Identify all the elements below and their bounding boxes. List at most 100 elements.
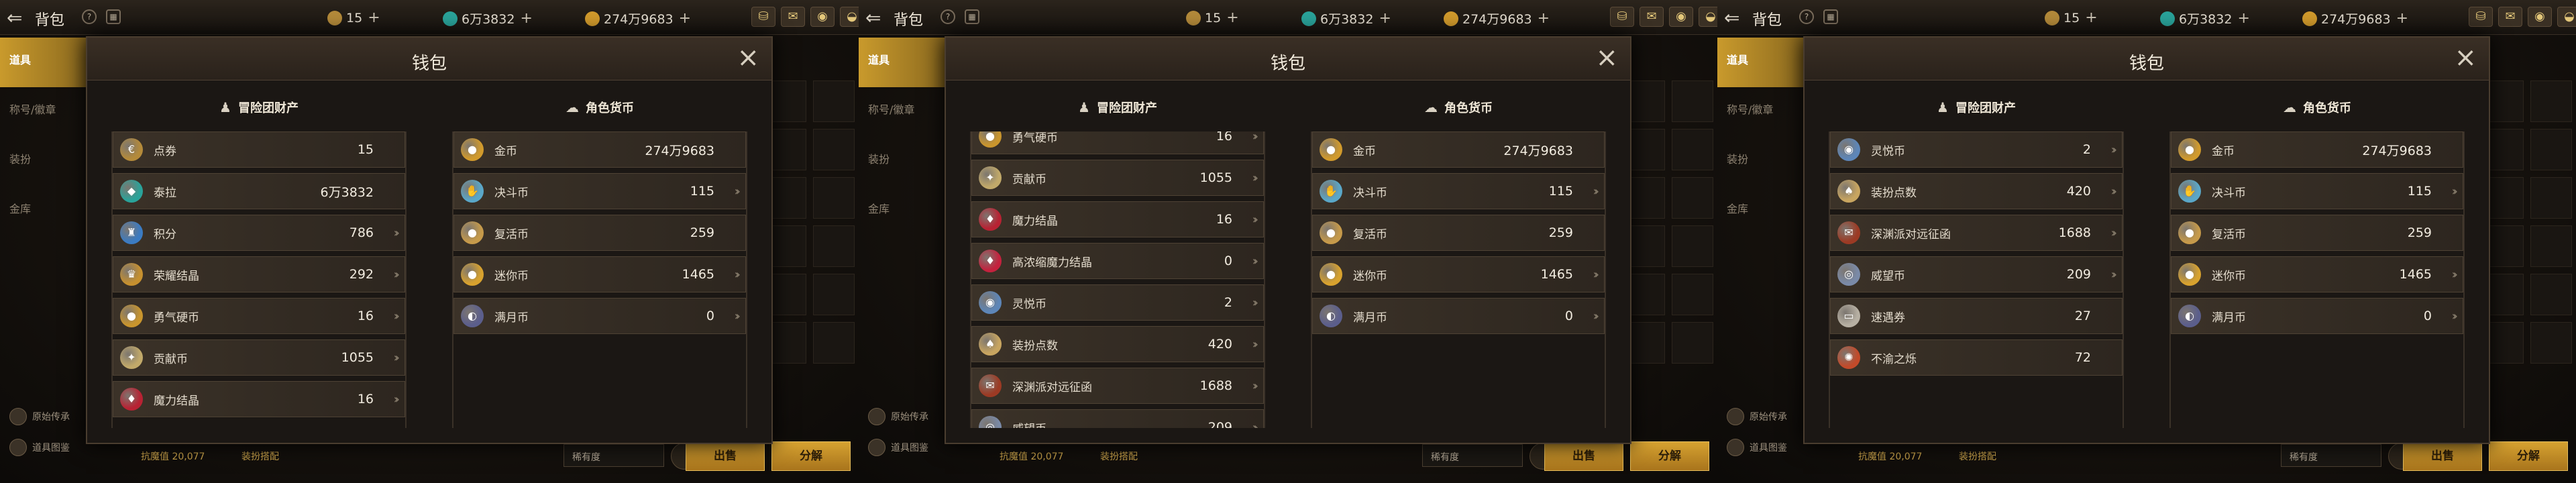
chevron-right-icon[interactable]: ›› <box>1252 254 1259 268</box>
sidebar-item[interactable]: 装扮 <box>1717 137 1803 186</box>
currency-list[interactable]: ● 金币 274万9683 ✋ 决斗币 115 ›› ● 复活币 259 ● 迷你币 1465 ›› ◐ 满月… <box>452 131 747 428</box>
rarity-select[interactable]: 稀有度 <box>564 444 664 467</box>
origin-inheritance-link[interactable]: 原始传承 <box>868 408 928 425</box>
chevron-right-icon[interactable]: ›› <box>1252 379 1259 393</box>
currency-list[interactable]: ◉ 灵悦币 2 ›› ♠ 装扮点数 420 ›› ✉ 深渊派对远征函 1688 ›› ◎ 威望币 209 ››… <box>1829 131 2124 428</box>
chevron-right-icon[interactable]: ›› <box>1593 184 1600 199</box>
sidebar-item[interactable]: 称号/徽章 <box>859 87 945 137</box>
chevron-right-icon[interactable]: ›› <box>394 268 400 282</box>
coin-shop-icon[interactable]: ◉ <box>1669 7 1693 27</box>
currency-row[interactable]: ● 复活币 259 <box>2171 215 2463 251</box>
chevron-right-icon[interactable]: ›› <box>2452 309 2459 323</box>
costume-combo-link[interactable]: 装扮搭配 <box>1100 449 1138 463</box>
close-icon[interactable]: × <box>737 44 759 71</box>
inventory-slot[interactable] <box>1672 322 1713 364</box>
inventory-slot[interactable] <box>1672 129 1713 170</box>
add-currency-button[interactable]: + <box>1226 9 1238 26</box>
inventory-slot[interactable] <box>2530 129 2572 170</box>
currency-row[interactable]: ♦ 高浓缩魔力结晶 0 ›› <box>971 243 1264 279</box>
coin-shop-icon[interactable]: ◉ <box>810 7 835 27</box>
chevron-right-icon[interactable]: ›› <box>2111 184 2118 199</box>
disassemble-button[interactable]: 分解 <box>771 441 851 471</box>
chevron-right-icon[interactable]: ›› <box>2452 184 2459 199</box>
chevron-right-icon[interactable]: ›› <box>735 309 741 323</box>
chest-icon[interactable]: ⛁ <box>1610 7 1634 27</box>
currency-row[interactable]: ◆ 泰拉 6万3832 <box>113 173 405 209</box>
chevron-right-icon[interactable]: ›› <box>735 268 741 282</box>
back-icon[interactable]: ⇐ <box>1724 7 1739 29</box>
inventory-slot[interactable] <box>1672 274 1713 315</box>
sell-button[interactable]: 出售 <box>1544 441 1623 471</box>
sidebar-item[interactable]: 金库 <box>1717 186 1803 236</box>
sidebar-item[interactable]: 道具 <box>0 38 86 87</box>
close-icon[interactable]: × <box>2454 44 2477 71</box>
currency-row[interactable]: ● 复活币 259 <box>453 215 746 251</box>
chevron-right-icon[interactable]: ›› <box>1593 309 1600 323</box>
currency-row[interactable]: ● 迷你币 1465 ›› <box>2171 256 2463 292</box>
currency-row[interactable]: ◉ 灵悦币 2 ›› <box>1830 131 2123 168</box>
chevron-right-icon[interactable]: ›› <box>1252 171 1259 185</box>
inventory-slot[interactable] <box>2530 322 2572 364</box>
currency-list[interactable]: ● 金币 274万9683 ✋ 决斗币 115 ›› ● 复活币 259 ● 迷你币 1465 ›› ◐ 满月… <box>1311 131 1606 428</box>
inventory-slot[interactable] <box>813 129 855 170</box>
currency-row[interactable]: ♜ 积分 786 ›› <box>113 215 405 251</box>
sidebar-item[interactable]: 金库 <box>859 186 945 236</box>
currency-row[interactable]: ● 金币 274万9683 <box>1312 131 1605 168</box>
grid-icon[interactable]: ▦ <box>965 9 979 24</box>
currency-row[interactable]: ● 迷你币 1465 ›› <box>453 256 746 292</box>
add-currency-button[interactable]: + <box>368 9 380 26</box>
sidebar-item[interactable]: 称号/徽章 <box>1717 87 1803 137</box>
grid-icon[interactable]: ▦ <box>1823 9 1838 24</box>
chevron-right-icon[interactable]: ›› <box>2111 268 2118 282</box>
add-currency-button[interactable]: + <box>2085 9 2097 26</box>
chevron-right-icon[interactable]: ›› <box>1252 421 1259 429</box>
add-currency-button[interactable]: + <box>679 10 691 27</box>
back-icon[interactable]: ⇐ <box>7 7 22 29</box>
info-icon[interactable]: ? <box>941 9 955 24</box>
currency-row[interactable]: ◐ 满月币 0 ›› <box>453 298 746 334</box>
info-icon[interactable]: ? <box>1799 9 1814 24</box>
inventory-slot[interactable] <box>2530 225 2572 267</box>
currency-list[interactable]: ● 金币 274万9683 ✋ 决斗币 115 ›› ● 复活币 259 ● 迷你币 1465 ›› ◐ 满月… <box>2169 131 2465 428</box>
rarity-select[interactable]: 稀有度 <box>1422 444 1523 467</box>
inventory-slot[interactable] <box>1672 177 1713 219</box>
chevron-right-icon[interactable]: ›› <box>394 226 400 240</box>
grid-icon[interactable]: ▦ <box>106 9 121 24</box>
sidebar-item[interactable]: 称号/徽章 <box>0 87 86 137</box>
currency-row[interactable]: ✋ 决斗币 115 ›› <box>453 173 746 209</box>
back-icon[interactable]: ⇐ <box>865 7 881 29</box>
inventory-slot[interactable] <box>1672 80 1713 122</box>
chevron-right-icon[interactable]: ›› <box>2111 143 2118 157</box>
mail-icon[interactable]: ✉ <box>1640 7 1664 27</box>
chevron-right-icon[interactable]: ›› <box>1593 268 1600 282</box>
chest-icon[interactable]: ⛁ <box>2469 7 2493 27</box>
inventory-slot[interactable] <box>813 322 855 364</box>
sell-button[interactable]: 出售 <box>686 441 765 471</box>
currency-row[interactable]: ♛ 荣耀结晶 292 ›› <box>113 256 405 292</box>
chevron-right-icon[interactable]: ›› <box>2111 226 2118 240</box>
sidebar-item[interactable]: 装扮 <box>0 137 86 186</box>
currency-row[interactable]: ✦ 贡献币 1055 ›› <box>971 160 1264 196</box>
currency-row[interactable]: ✦ 贡献币 1055 ›› <box>113 339 405 376</box>
currency-row[interactable]: ♦ 魔力结晶 16 ›› <box>113 381 405 417</box>
inventory-slot[interactable] <box>813 80 855 122</box>
currency-row[interactable]: € 点券 15 <box>113 131 405 168</box>
chevron-right-icon[interactable]: ›› <box>1252 296 1259 310</box>
sidebar-item[interactable]: 装扮 <box>859 137 945 186</box>
currency-row[interactable]: ◎ 威望币 209 ›› <box>971 409 1264 428</box>
currency-list[interactable]: € 点券 15 ◆ 泰拉 6万3832 ♜ 积分 786 ›› ♛ 荣耀结晶 292 ›› ● 勇气硬币 16 ›… <box>111 131 407 428</box>
chevron-right-icon[interactable]: ›› <box>394 351 400 365</box>
currency-row[interactable]: ♠ 装扮点数 420 ›› <box>1830 173 2123 209</box>
close-icon[interactable]: × <box>1595 44 1618 71</box>
costume-combo-link[interactable]: 装扮搭配 <box>1959 449 1996 463</box>
sidebar-item[interactable]: 道具 <box>859 38 945 87</box>
info-icon[interactable]: ? <box>82 9 97 24</box>
inventory-slot[interactable] <box>2530 80 2572 122</box>
origin-inheritance-link[interactable]: 原始传承 <box>9 408 70 425</box>
currency-row[interactable]: ✉ 深渊派对远征函 1688 ›› <box>1830 215 2123 251</box>
chest-icon[interactable]: ⛁ <box>751 7 775 27</box>
inventory-slot[interactable] <box>2530 177 2572 219</box>
chevron-right-icon[interactable]: ›› <box>394 392 400 407</box>
chevron-right-icon[interactable]: ›› <box>1252 213 1259 227</box>
inventory-slot[interactable] <box>813 225 855 267</box>
